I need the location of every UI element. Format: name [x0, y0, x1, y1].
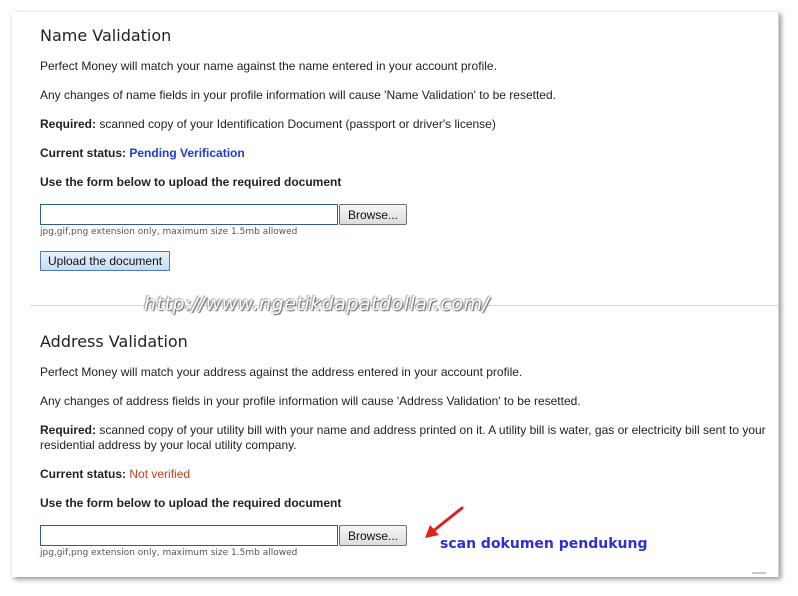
status-value-pending: Pending Verification: [129, 146, 245, 160]
address-file-hint: jpg,gif,png extension only, maximum size…: [40, 548, 298, 558]
name-document-file-input[interactable]: [40, 204, 338, 225]
address-validation-changes-note: Any changes of address fields in your pr…: [40, 394, 581, 408]
name-validation-intro: Perfect Money will match your name again…: [40, 59, 497, 73]
required-text: scanned copy of your Identification Docu…: [96, 117, 496, 131]
annotation-label: scan dokumen pendukung: [440, 536, 648, 552]
name-validation-status: Current status: Pending Verification: [40, 146, 768, 161]
required-label: Required:: [40, 117, 97, 131]
page-corner-mark: [752, 572, 766, 574]
name-validation-required: Required: scanned copy of your Identific…: [40, 117, 768, 132]
address-validation-status: Current status: Not verified: [40, 467, 768, 482]
address-validation-upload-instruction: Use the form below to upload the require…: [40, 496, 342, 510]
watermark-url: http://www.ngetikdapatdollar.com/: [144, 293, 490, 315]
name-validation-upload-instruction: Use the form below to upload the require…: [40, 175, 342, 189]
name-validation-title: Name Validation: [40, 26, 172, 45]
status-label: Current status:: [40, 467, 127, 481]
address-validation-required: Required: scanned copy of your utility b…: [40, 423, 768, 453]
address-validation-section: Address Validation Perfect Money will ma…: [40, 332, 768, 558]
name-browse-button[interactable]: Browse...: [339, 204, 408, 225]
required-text: scanned copy of your utility bill with y…: [40, 423, 766, 452]
status-label: Current status:: [40, 146, 127, 160]
address-validation-title: Address Validation: [40, 332, 188, 351]
address-document-file-input[interactable]: [40, 525, 338, 546]
upload-document-button[interactable]: Upload the document: [40, 251, 171, 271]
address-validation-intro: Perfect Money will match your address ag…: [40, 365, 523, 379]
screenshot-frame: Name Validation Perfect Money will match…: [12, 12, 779, 577]
name-validation-changes-note: Any changes of name fields in your profi…: [40, 88, 556, 102]
address-browse-button[interactable]: Browse...: [339, 525, 408, 546]
status-value-not-verified: Not verified: [129, 467, 191, 481]
required-label: Required:: [40, 423, 97, 437]
address-file-upload-row: Browse...: [40, 525, 768, 546]
name-file-upload-row: Browse...: [40, 204, 768, 225]
name-file-hint: jpg,gif,png extension only, maximum size…: [40, 227, 298, 237]
name-validation-section: Name Validation Perfect Money will match…: [40, 26, 768, 271]
